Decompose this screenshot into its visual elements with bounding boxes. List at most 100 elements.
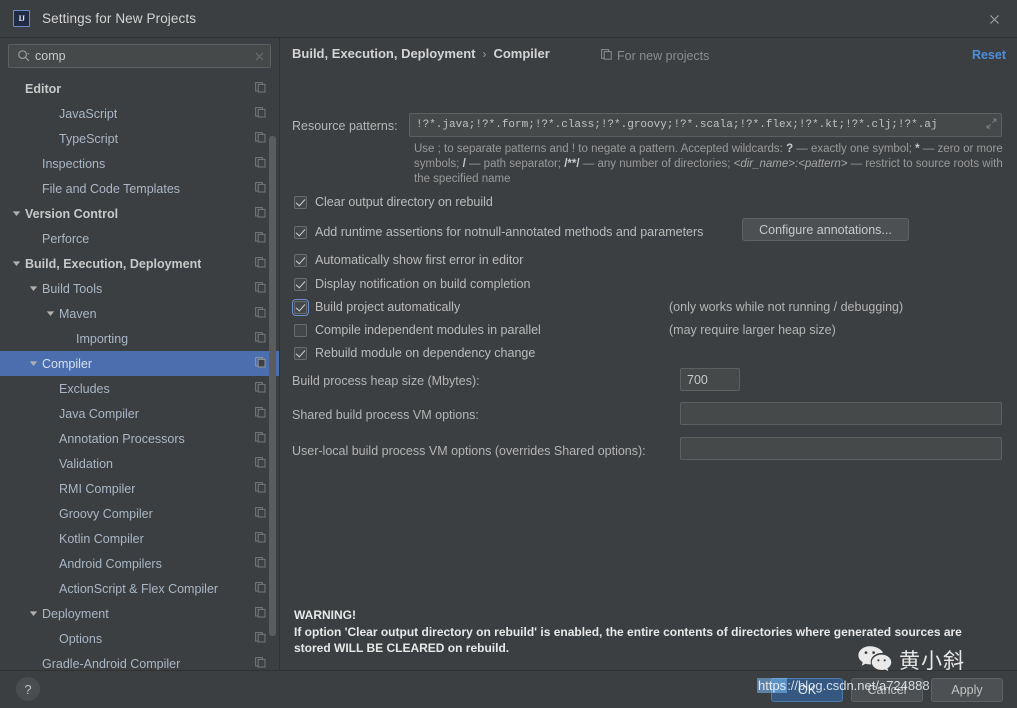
search-input[interactable]: comp [35,49,248,64]
copy-settings-icon[interactable] [255,106,266,121]
chevron-down-icon[interactable] [27,283,39,295]
sidebar-item-importing[interactable]: Importing [0,326,279,351]
shared-vm-options-input[interactable] [680,402,1002,425]
chevron-down-icon[interactable] [27,608,39,620]
copy-settings-icon[interactable] [255,331,266,346]
sidebar-scrollbar[interactable] [269,74,278,669]
cancel-button[interactable]: Cancel [851,678,923,702]
sidebar-item-file-and-code-templates[interactable]: File and Code Templates [0,176,279,201]
sidebar-item-java-compiler[interactable]: Java Compiler [0,401,279,426]
chevron-down-icon[interactable] [10,208,22,220]
title-bar: IJ Settings for New Projects [0,0,1017,38]
checkbox-box[interactable] [294,195,307,209]
resource-patterns-input[interactable]: !?*.java;!?*.form;!?*.class;!?*.groovy;!… [409,113,1002,137]
copy-settings-icon[interactable] [255,631,266,646]
checkbox-clear-output-directory-on-rebuild[interactable]: Clear output directory on rebuild [294,193,493,211]
checkbox-box[interactable] [294,346,307,360]
copy-settings-icon[interactable] [255,431,266,446]
copy-settings-icon[interactable] [255,406,266,421]
checkbox-automatically-show-first-error-in-editor[interactable]: Automatically show first error in editor [294,251,523,269]
ok-button[interactable]: OK [771,678,843,702]
chevron-down-icon[interactable] [44,308,56,320]
copy-settings-icon[interactable] [255,281,266,296]
sidebar-item-compiler[interactable]: Compiler [0,351,279,376]
help-icon[interactable]: ? [16,677,40,701]
sidebar-item-deployment[interactable]: Deployment [0,601,279,626]
sidebar-item-annotation-processors[interactable]: Annotation Processors [0,426,279,451]
sidebar-scrollbar-thumb[interactable] [269,136,276,636]
copy-settings-icon[interactable] [255,531,266,546]
sidebar-item-label: Build Tools [42,281,103,296]
for-new-projects-label: For new projects [617,49,710,63]
sidebar-item-validation[interactable]: Validation [0,451,279,476]
checkbox-label: Add runtime assertions for notnull-annot… [315,225,704,239]
for-new-projects-indicator: For new projects [601,49,709,63]
sidebar-item-version-control[interactable]: Version Control [0,201,279,226]
copy-settings-icon[interactable] [255,181,266,196]
sidebar-item-javascript[interactable]: JavaScript [0,101,279,126]
checkbox-box[interactable] [294,253,307,267]
copy-settings-icon[interactable] [255,356,266,371]
checkbox-box[interactable] [292,298,309,316]
search-icon[interactable] [9,49,35,63]
copy-settings-icon[interactable] [255,131,266,146]
copy-settings-icon[interactable] [255,456,266,471]
configure-annotations-button[interactable]: Configure annotations... [742,218,909,241]
sidebar-item-editor[interactable]: Editor [0,76,279,101]
copy-settings-icon[interactable] [255,206,266,221]
checkbox-rebuild-module-on-dependency-change[interactable]: Rebuild module on dependency change [294,344,535,362]
sidebar-item-label: Maven [59,306,97,321]
sidebar-item-options[interactable]: Options [0,626,279,651]
sidebar-item-android-compilers[interactable]: Android Compilers [0,551,279,576]
sidebar-item-gradle-android-compiler[interactable]: Gradle-Android Compiler [0,651,279,670]
checkbox-build-project-automatically[interactable]: Build project automatically [292,298,460,316]
checkbox-compile-independent-modules-in-parallel[interactable]: Compile independent modules in parallel [294,321,541,339]
checkbox-add-runtime-assertions-for-notnull-annotat[interactable]: Add runtime assertions for notnull-annot… [294,223,703,241]
user-local-vm-options-input[interactable] [680,437,1002,460]
copy-settings-icon[interactable] [255,81,266,96]
copy-settings-icon[interactable] [255,156,266,171]
checkbox-box[interactable] [294,277,307,291]
sidebar-item-excludes[interactable]: Excludes [0,376,279,401]
sidebar-item-build-execution-deployment[interactable]: Build, Execution, Deployment [0,251,279,276]
sidebar-item-maven[interactable]: Maven [0,301,279,326]
sidebar-item-actionscript-flex-compiler[interactable]: ActionScript & Flex Compiler [0,576,279,601]
checkbox-display-notification-on-build-completion[interactable]: Display notification on build completion [294,275,530,293]
breadcrumb-root[interactable]: Build, Execution, Deployment [292,46,475,61]
checkbox-box[interactable] [294,323,307,337]
sidebar-item-kotlin-compiler[interactable]: Kotlin Compiler [0,526,279,551]
clear-icon[interactable] [248,51,270,62]
copy-settings-icon[interactable] [255,381,266,396]
search-box[interactable]: comp [8,44,271,68]
expand-editor-icon[interactable] [986,118,997,132]
close-icon[interactable] [971,0,1017,38]
chevron-down-icon[interactable] [27,358,39,370]
checkbox-box[interactable] [294,225,307,239]
copy-settings-icon[interactable] [255,481,266,496]
heap-size-value: 700 [687,372,708,387]
copy-settings-icon[interactable] [255,606,266,621]
sidebar-item-label: Excludes [59,381,110,396]
chevron-down-icon[interactable] [10,258,22,270]
copy-settings-icon[interactable] [255,506,266,521]
copy-settings-icon[interactable] [255,581,266,596]
checkbox-note-build-project-automatically: (only works while not running / debuggin… [669,300,904,314]
heap-size-input[interactable]: 700 [680,368,740,391]
sidebar-item-perforce[interactable]: Perforce [0,226,279,251]
sidebar-item-build-tools[interactable]: Build Tools [0,276,279,301]
sidebar-item-rmi-compiler[interactable]: RMI Compiler [0,476,279,501]
settings-tree: Editor JavaScript TypeScript Inspections Fil… [0,72,279,670]
copy-settings-icon[interactable] [255,256,266,271]
copy-settings-icon[interactable] [255,231,266,246]
settings-dialog: IJ Settings for New Projects comp Editor… [0,0,1017,708]
apply-button[interactable]: Apply [931,678,1003,702]
copy-settings-icon[interactable] [255,306,266,321]
copy-settings-icon[interactable] [255,556,266,571]
sidebar-item-groovy-compiler[interactable]: Groovy Compiler [0,501,279,526]
reset-link[interactable]: Reset [972,48,1006,62]
sidebar-item-label: Editor [25,81,62,96]
sidebar-item-typescript[interactable]: TypeScript [0,126,279,151]
sidebar-item-inspections[interactable]: Inspections [0,151,279,176]
copy-settings-icon[interactable] [255,656,266,671]
sidebar-item-label: Kotlin Compiler [59,531,144,546]
